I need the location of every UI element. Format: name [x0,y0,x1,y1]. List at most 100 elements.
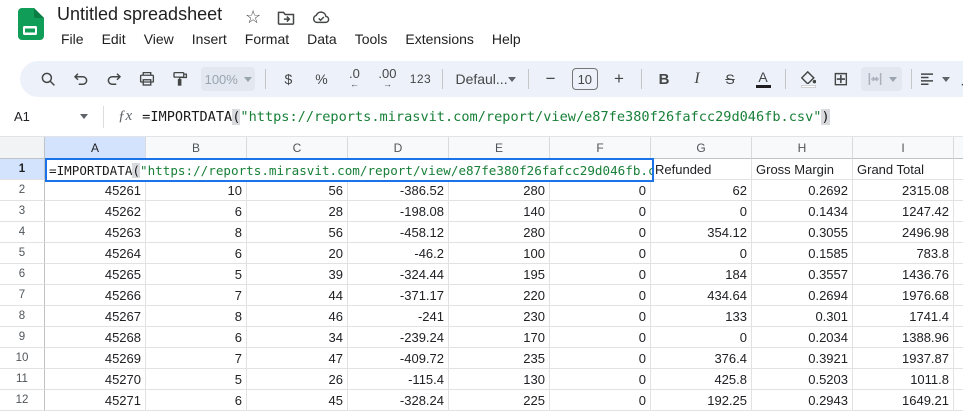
cell[interactable]: 0 [550,243,651,264]
cell[interactable]: 26 [247,369,348,390]
cell[interactable]: 783.8 [853,243,954,264]
cell[interactable]: 1937.87 [853,348,954,369]
name-box[interactable]: A1 [14,109,88,124]
cell[interactable]: 195 [449,264,550,285]
cell[interactable]: 45266 [45,285,146,306]
column-header-B[interactable]: B [146,137,247,159]
zoom-select[interactable]: 100% [201,67,256,91]
cell[interactable]: 0.301 [752,306,853,327]
font-size-input[interactable]: 10 [571,68,598,90]
cell[interactable]: 376.4 [651,348,752,369]
borders-button[interactable]: ⊞ [825,65,857,93]
cell[interactable]: 39 [247,264,348,285]
vertical-align-button[interactable] [951,65,963,93]
column-header-I[interactable]: I [853,137,954,159]
cell[interactable]: 0 [651,327,752,348]
undo-button[interactable] [65,65,97,93]
row-header-6[interactable]: 6 [0,264,45,285]
cell[interactable]: 45263 [45,222,146,243]
formula-input[interactable]: =IMPORTDATA("https://reports.mirasvit.co… [142,108,830,125]
column-header-E[interactable]: E [449,137,550,159]
cell[interactable]: 1436.76 [853,264,954,285]
fill-color-button[interactable] [792,65,824,93]
cell[interactable]: 62 [651,180,752,201]
column-header-C[interactable]: C [247,137,348,159]
format-percent-button[interactable]: % [305,65,337,93]
cell[interactable]: 220 [449,285,550,306]
cell[interactable]: 6 [146,201,247,222]
cell[interactable]: 0.5203 [752,369,853,390]
format-currency-button[interactable]: $ [272,65,304,93]
cell[interactable]: 5 [146,264,247,285]
cell[interactable]: 184 [651,264,752,285]
column-header-F[interactable]: F [550,137,651,159]
cell[interactable]: 7 [146,285,247,306]
increase-font-size-button[interactable]: + [603,65,635,93]
cell[interactable]: 280 [449,180,550,201]
cell[interactable]: 56 [247,180,348,201]
cell[interactable]: 0.2943 [752,390,853,411]
cell[interactable]: 0 [550,285,651,306]
cell[interactable]: 6 [146,390,247,411]
cell[interactable]: 6 [146,243,247,264]
cell[interactable]: Grand Total [853,159,954,180]
menu-item-file[interactable]: File [52,29,93,49]
cell[interactable]: 230 [449,306,550,327]
cell[interactable]: 56 [247,222,348,243]
cell[interactable]: 47 [247,348,348,369]
cell[interactable]: 0 [550,201,651,222]
cell[interactable]: 280 [449,222,550,243]
cell[interactable]: -386.52 [348,180,449,201]
cell[interactable]: 0.2034 [752,327,853,348]
cell[interactable]: 1011.8 [853,369,954,390]
cell[interactable]: 45265 [45,264,146,285]
cell[interactable]: 0 [550,222,651,243]
cell[interactable]: -46.2 [348,243,449,264]
cell[interactable]: 0 [550,306,651,327]
cell[interactable]: 1649.21 [853,390,954,411]
cell[interactable]: 45262 [45,201,146,222]
increase-decimal-button[interactable]: .00 → [371,65,403,93]
decrease-decimal-button[interactable]: .0 ← [338,65,370,93]
cell[interactable]: -371.17 [348,285,449,306]
cell[interactable]: 0 [651,201,752,222]
cell[interactable]: 1976.68 [853,285,954,306]
cell[interactable]: 28 [247,201,348,222]
font-select[interactable]: Defaul... [451,71,519,87]
row-header-3[interactable]: 3 [0,201,45,222]
cell[interactable]: -458.12 [348,222,449,243]
cell[interactable]: 1388.96 [853,327,954,348]
star-icon[interactable]: ☆ [245,8,261,26]
bold-button[interactable]: B [648,65,680,93]
cell[interactable]: 354.12 [651,222,752,243]
column-header-G[interactable]: G [651,137,752,159]
cell[interactable]: 20 [247,243,348,264]
cell[interactable]: 0.2694 [752,285,853,306]
cell-edit-box[interactable]: =IMPORTDATA("https://reports.mirasvit.co… [45,158,654,182]
cell[interactable]: 0.3557 [752,264,853,285]
cell[interactable]: 235 [449,348,550,369]
row-header-1[interactable]: 1 [0,159,45,180]
cell[interactable]: -241 [348,306,449,327]
menu-item-view[interactable]: View [135,29,183,49]
column-header-A[interactable]: A [45,137,146,159]
cell[interactable]: 46 [247,306,348,327]
cell[interactable]: 10 [146,180,247,201]
horizontal-align-button[interactable] [918,65,950,93]
cell[interactable]: 2496.98 [853,222,954,243]
cell[interactable]: 0 [550,264,651,285]
cell[interactable]: 1741.4 [853,306,954,327]
paint-format-button[interactable] [164,65,196,93]
cell[interactable]: 45268 [45,327,146,348]
cell[interactable]: 1247.42 [853,201,954,222]
cloud-saved-icon[interactable] [311,7,331,27]
redo-button[interactable] [98,65,130,93]
cell[interactable]: 133 [651,306,752,327]
select-all-corner[interactable] [0,137,45,159]
row-header-8[interactable]: 8 [0,306,45,327]
cell[interactable]: 0 [550,348,651,369]
column-header-D[interactable]: D [348,137,449,159]
cell[interactable]: 45267 [45,306,146,327]
row-header-4[interactable]: 4 [0,222,45,243]
cell[interactable]: -198.08 [348,201,449,222]
